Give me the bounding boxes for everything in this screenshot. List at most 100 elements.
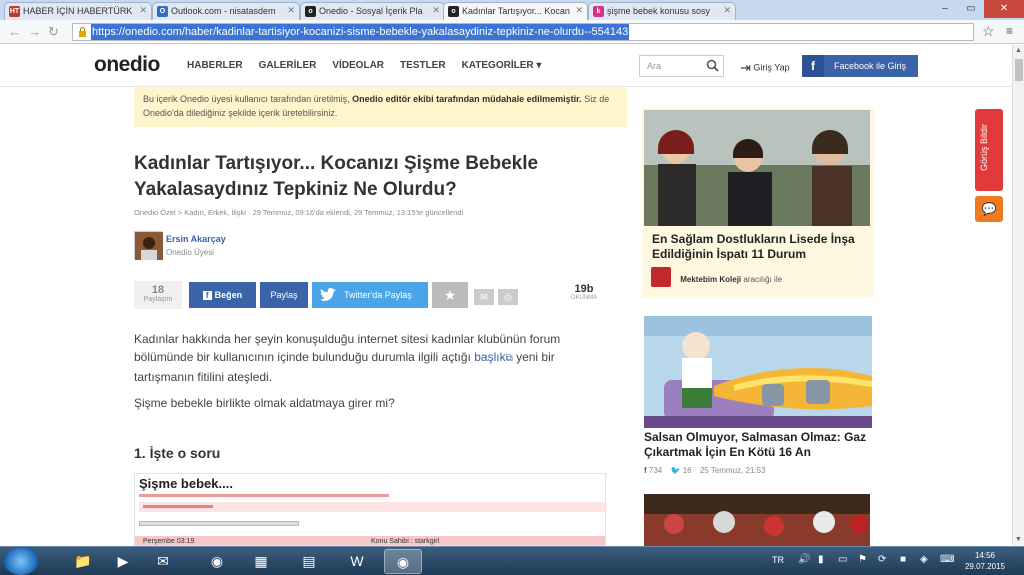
tray-app-icon[interactable]: ◈ bbox=[920, 554, 928, 565]
user-content-notice: Bu içerik Onedio üyesi kullanıcı tarafın… bbox=[134, 87, 627, 127]
forum-title: Şişme bebek.... bbox=[139, 476, 233, 491]
close-icon[interactable]: ✕ bbox=[575, 5, 583, 16]
scroll-up-icon[interactable]: ▲ bbox=[1015, 47, 1022, 54]
external-link-icon: ⧉ bbox=[505, 353, 513, 364]
flag-icon[interactable]: ⚑ bbox=[858, 554, 867, 565]
notice-text: Bu içerik Onedio üyesi kullanıcı tarafın… bbox=[143, 94, 350, 104]
nav-videolar[interactable]: VİDEOLAR bbox=[332, 60, 384, 71]
search-icon[interactable] bbox=[706, 59, 719, 72]
back-icon[interactable]: ← bbox=[8, 24, 21, 39]
feedback-button[interactable]: Görüş Bildir bbox=[975, 109, 1003, 191]
chat-icon[interactable]: 💬 bbox=[975, 196, 1003, 222]
sidebar-card-image-partial[interactable] bbox=[644, 494, 870, 546]
forum-post-date: Perşembe 03:19 bbox=[143, 538, 195, 545]
close-icon[interactable]: ✕ bbox=[432, 5, 440, 16]
calculator-icon[interactable]: ▤ bbox=[290, 549, 328, 574]
start-button[interactable] bbox=[4, 548, 38, 575]
maximize-icon[interactable]: ▭ bbox=[958, 0, 984, 18]
tab-haberturk[interactable]: HT HABER İÇİN HABERTÜRK ✕ bbox=[4, 2, 152, 20]
nav-haberler[interactable]: HABERLER bbox=[187, 60, 243, 71]
antivirus-icon[interactable]: ■ bbox=[900, 554, 906, 565]
facebook-share-button[interactable]: Paylaş bbox=[260, 282, 308, 308]
onedio-logo[interactable]: onedio bbox=[94, 53, 160, 77]
haberturk-icon: HT bbox=[9, 6, 20, 17]
feedback-label: Görüş Bildir bbox=[979, 123, 989, 171]
nav-testler[interactable]: TESTLER bbox=[400, 60, 446, 71]
author-name[interactable]: Ersin Akarçay bbox=[166, 234, 226, 244]
nav-kategoriler[interactable]: KATEGORİLER ▾ bbox=[462, 60, 542, 71]
login-link[interactable]: ⇥ Giriş Yap bbox=[740, 60, 790, 76]
avatar[interactable] bbox=[134, 231, 163, 260]
favorite-star-icon[interactable]: ★ bbox=[432, 282, 468, 308]
paragraph-1: Kadınlar hakkında her şeyin konuşulduğu … bbox=[134, 330, 604, 386]
bookmark-star-icon[interactable]: ☆ bbox=[982, 23, 995, 40]
url-text: https://onedio.com/haber/kadinlar-tartis… bbox=[91, 24, 630, 40]
chrome-icon[interactable]: ◉ bbox=[198, 549, 236, 574]
volume-icon[interactable]: 🔊 bbox=[798, 554, 810, 565]
tab-outlook[interactable]: O Outlook.com - nisatasdem ✕ bbox=[152, 2, 300, 20]
close-icon[interactable]: ✕ bbox=[723, 5, 731, 16]
tab-article[interactable]: o Kadınlar Tartışıyor... Kocan ✕ bbox=[443, 2, 588, 20]
page-scrollbar[interactable]: ▲ ▼ bbox=[1012, 45, 1024, 545]
minimize-icon[interactable]: – bbox=[932, 0, 958, 18]
forward-icon[interactable]: → bbox=[28, 24, 41, 39]
cartoon-image bbox=[644, 316, 872, 428]
browser-tab-bar: HT HABER İÇİN HABERTÜRK ✕ O Outlook.com … bbox=[0, 0, 1024, 20]
keyboard-icon[interactable]: ⌨ bbox=[940, 554, 954, 565]
tab-kadinlar-kulubu[interactable]: k şişme bebek konusu sosy ✕ bbox=[588, 2, 736, 20]
twitter-icon: 🐦 bbox=[670, 466, 681, 475]
card-title[interactable]: En Sağlam Dostlukların Lisede İnşa Edild… bbox=[652, 232, 866, 262]
url-input[interactable]: https://onedio.com/haber/kadinlar-tartis… bbox=[72, 23, 974, 41]
menu-icon[interactable]: ≡ bbox=[1006, 24, 1013, 38]
clock-time: 14:56 bbox=[974, 551, 996, 560]
sync-icon[interactable]: ⟳ bbox=[878, 554, 886, 565]
reload-icon[interactable]: ↻ bbox=[48, 24, 59, 40]
author-role: Onedio Üyesi bbox=[166, 248, 215, 257]
scroll-thumb[interactable] bbox=[1015, 59, 1023, 81]
site-header: onedio HABERLER GALERİLER VİDEOLAR TESTL… bbox=[0, 45, 1012, 87]
nav-galeriler[interactable]: GALERİLER bbox=[259, 60, 317, 71]
excel-icon[interactable]: ▦ bbox=[242, 549, 280, 574]
notice-bold: Onedio editör ekibi tarafından müdahale … bbox=[352, 94, 582, 104]
chrome-active-icon[interactable]: ◉ bbox=[384, 549, 422, 574]
card-title[interactable]: Salsan Olmuyor, Salmasan Olmaz: Gaz Çıka… bbox=[644, 430, 874, 460]
tab-label: şişme bebek konusu sosy bbox=[607, 6, 711, 16]
login-label: Giriş Yap bbox=[753, 62, 790, 73]
avatar-image bbox=[135, 232, 163, 260]
language-indicator[interactable]: TR bbox=[772, 555, 784, 565]
close-icon[interactable]: ✕ bbox=[139, 5, 147, 16]
login-arrow-icon: ⇥ bbox=[740, 60, 751, 75]
window-close-icon[interactable]: ✕ bbox=[984, 0, 1024, 18]
card-date: 25 Temmuz, 21:53 bbox=[699, 466, 766, 475]
word-icon[interactable]: W bbox=[338, 549, 376, 574]
main-nav: HABERLER GALERİLER VİDEOLAR TESTLER KATE… bbox=[187, 60, 541, 71]
sidebar-card-article[interactable]: Salsan Olmuyor, Salmasan Olmaz: Gaz Çıka… bbox=[642, 314, 874, 482]
outlook-taskbar-icon[interactable]: ✉ bbox=[144, 549, 182, 574]
network-icon[interactable]: ▮ bbox=[818, 554, 824, 565]
tab-onedio[interactable]: o Onedio - Sosyal İçerik Pla ✕ bbox=[300, 2, 445, 20]
scroll-down-icon[interactable]: ▼ bbox=[1015, 536, 1022, 543]
lock-icon bbox=[79, 27, 86, 37]
window-controls: – ▭ ✕ bbox=[932, 0, 1024, 18]
system-clock[interactable]: 14:56 29.07.2015 bbox=[960, 550, 1010, 572]
forum-notice-bar bbox=[139, 502, 605, 512]
print-icon[interactable]: ⎙ bbox=[498, 289, 518, 305]
twitter-share-button[interactable]: Twitter'da Paylaş bbox=[312, 282, 428, 308]
tab-label: Kadınlar Tartışıyor... Kocan bbox=[462, 6, 570, 16]
close-icon[interactable]: ✕ bbox=[287, 5, 295, 16]
sponsor-suffix: aracılığı ile bbox=[743, 275, 783, 285]
sidebar-card-sponsored[interactable]: En Sağlam Dostlukların Lisede İnşa Edild… bbox=[642, 108, 874, 298]
share-count: 18 Paylaşım bbox=[134, 281, 182, 309]
media-player-icon[interactable]: ▶ bbox=[104, 549, 142, 574]
battery-icon[interactable]: ▭ bbox=[838, 554, 847, 565]
forum-thread-link[interactable]: başlık⧉ bbox=[474, 350, 513, 364]
facebook-login-button[interactable]: f Facebook ile Giriş bbox=[802, 55, 918, 77]
sponsor-name[interactable]: Mektebim Koleji bbox=[680, 275, 741, 284]
tab-label: Onedio - Sosyal İçerik Pla bbox=[319, 6, 423, 16]
mail-icon[interactable]: ✉ bbox=[474, 289, 494, 305]
tweet-label: Twitter'da Paylaş bbox=[344, 290, 412, 300]
explorer-icon[interactable]: 📁 bbox=[64, 549, 102, 574]
facebook-like-button[interactable]: f Beğen bbox=[189, 282, 256, 308]
search-input[interactable]: Ara bbox=[639, 55, 724, 77]
read-count-number: 19b bbox=[574, 283, 594, 295]
